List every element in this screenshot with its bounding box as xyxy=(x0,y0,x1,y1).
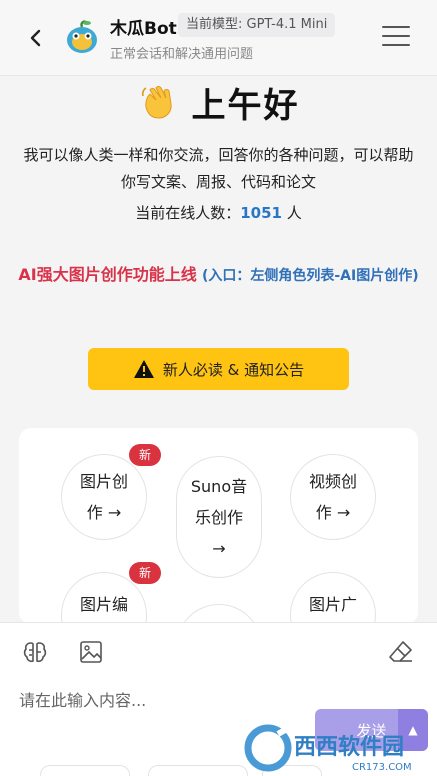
greeting: 上午好 xyxy=(0,76,437,128)
bot-avatar-icon xyxy=(67,20,97,53)
notice-label: 新人必读 & 通知公告 xyxy=(162,360,305,379)
intro-text: 我可以像人类一样和你交流，回答你的各种问题，可以帮助你写文案、周报、代码和论文 xyxy=(23,146,414,191)
waving-hand-icon xyxy=(141,86,172,119)
notice-button[interactable]: 新人必读 & 通知公告 xyxy=(88,348,349,390)
message-input[interactable]: 请在此输入内容... xyxy=(19,687,146,711)
watermark-logo: 西西软件园 CR173.COM xyxy=(244,723,412,773)
feature-image-ad[interactable]: 图片广 xyxy=(290,572,376,624)
online-count: 1051 xyxy=(240,204,282,222)
card-peek xyxy=(148,765,248,776)
watermark-text: 西西软件园 xyxy=(294,734,404,760)
new-badge: 新 xyxy=(129,444,161,466)
model-badge[interactable]: 当前模型: GPT-4.1 Mini xyxy=(178,13,336,37)
feature-label: 图片广 xyxy=(308,595,357,614)
new-badge: 新 xyxy=(129,562,161,584)
feature-video-create[interactable]: 视频创作 → xyxy=(290,454,376,540)
bot-subtitle: 正常会话和解决通用问题 xyxy=(110,47,254,62)
promo-headline: AI强大图片创作功能上线 xyxy=(18,265,197,284)
chevron-left-icon xyxy=(30,29,41,47)
promo-entry: (入口：左侧角色列表-AI图片创作) xyxy=(201,268,419,284)
feature-suno-music[interactable]: Suno音乐创作 → xyxy=(176,456,262,578)
back-button[interactable] xyxy=(22,24,50,52)
feature-label: Suno音乐创作 → xyxy=(190,476,248,558)
feature-bubble-partial[interactable] xyxy=(176,604,262,624)
watermark: 西西软件园 CR173.COM xyxy=(240,716,437,776)
online-unit: 人 xyxy=(281,204,302,222)
bot-title: 木瓜Bot xyxy=(110,19,177,39)
brain-icon[interactable] xyxy=(22,639,48,665)
image-icon[interactable] xyxy=(78,639,104,665)
watermark-sub: CR173.COM xyxy=(352,762,412,773)
feature-label: 图片创作 → xyxy=(79,472,128,522)
greeting-text: 上午好 xyxy=(191,85,300,126)
feature-label: 图片编 xyxy=(79,595,128,614)
menu-icon[interactable] xyxy=(382,26,410,50)
online-count-line: 当前在线人数：1051 人 xyxy=(0,199,437,227)
feature-image-create[interactable]: 图片创作 → xyxy=(61,454,147,540)
app-header: 木瓜Bot 当前模型: GPT-4.1 Mini 正常会话和解决通用问题 xyxy=(0,0,437,76)
card-peek xyxy=(40,765,130,776)
warning-icon xyxy=(133,360,154,378)
feature-card: 图片创作 → 新 Suno音乐创作 → 视频创作 → 图片编 新 图片广 xyxy=(19,428,418,624)
eraser-icon[interactable] xyxy=(388,639,414,665)
feature-label: 视频创作 → xyxy=(308,472,357,522)
promo-banner[interactable]: AI强大图片创作功能上线 (入口：左侧角色列表-AI图片创作) xyxy=(16,260,421,291)
online-label: 当前在线人数： xyxy=(135,204,241,222)
